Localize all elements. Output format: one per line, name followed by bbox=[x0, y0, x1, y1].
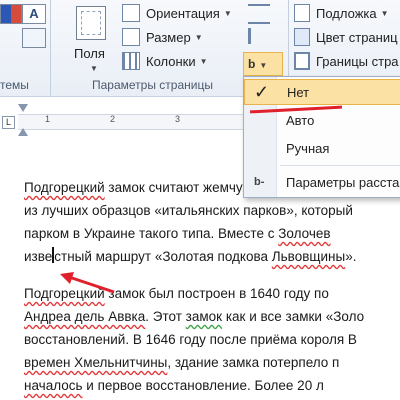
hyphenation-options-icon: b- bbox=[254, 176, 265, 188]
paragraph-line: Андреа дель Аввка. Этот замок как и все … bbox=[24, 305, 400, 328]
page-borders-button[interactable]: Границы стра bbox=[294, 52, 399, 70]
line-numbers-icon[interactable] bbox=[248, 28, 273, 44]
menu-item-label: Нет bbox=[287, 84, 310, 100]
text-run: Львовщины bbox=[271, 249, 346, 264]
page-borders-label: Границы стра bbox=[316, 53, 399, 69]
text-run: и первое восстановление. Более 20 л bbox=[82, 378, 324, 393]
orientation-button[interactable]: Ориентация ▼ bbox=[122, 4, 232, 22]
text-run: началось bbox=[24, 378, 83, 393]
hyphenation-menu: ✓ Нет Авто Ручная b- Параметры расста bbox=[243, 76, 400, 198]
chevron-down-icon: ▼ bbox=[223, 8, 232, 18]
text-run: восстановлений. В 1646 году после приёма… bbox=[24, 332, 357, 347]
paragraph-line: парком в Украине такого типа. Вместе с З… bbox=[24, 222, 400, 245]
text-run: Подгорецкий bbox=[24, 180, 105, 195]
text-run: как и все замки «Золо bbox=[222, 309, 365, 324]
page-borders-icon bbox=[294, 52, 310, 70]
page-color-icon bbox=[294, 28, 310, 46]
paragraph-line: из лучших образцов «итальянских парков»,… bbox=[24, 199, 400, 222]
themes-fonts-icon[interactable]: A bbox=[22, 4, 46, 24]
menu-item-label: Параметры расста bbox=[286, 174, 400, 190]
chevron-down-icon: ▼ bbox=[194, 32, 203, 42]
hyphenation-icon: b bbox=[248, 57, 256, 71]
ribbon-separator bbox=[50, 0, 51, 96]
watermark-label: Подложка bbox=[316, 5, 377, 21]
paragraph-line: началось и первое восстановление. Более … bbox=[24, 374, 400, 397]
ruler-number: 3 bbox=[175, 114, 181, 124]
columns-label: Колонки bbox=[146, 53, 196, 69]
paragraph-line: восстановлений. В 1646 году после приёма… bbox=[24, 328, 400, 351]
text-run: Золочев bbox=[278, 226, 331, 241]
watermark-button[interactable]: Подложка ▼ bbox=[294, 4, 389, 22]
hyphenation-button[interactable]: b ▼ bbox=[243, 52, 283, 76]
page-color-button[interactable]: Цвет страниц bbox=[294, 28, 398, 46]
columns-button[interactable]: Колонки ▼ bbox=[122, 52, 208, 70]
text-run: замок bbox=[185, 309, 223, 324]
size-icon bbox=[122, 28, 140, 46]
margins-label: Поля bbox=[74, 46, 105, 61]
paragraph-line: времен Хмельнитчины, здание замка потерп… bbox=[24, 351, 400, 374]
text-run: из лучших образцов «итальянских парков»,… bbox=[24, 203, 353, 218]
indent-marker-icon[interactable] bbox=[18, 104, 28, 112]
columns-icon bbox=[122, 52, 140, 70]
text-run: изве bbox=[24, 249, 53, 264]
paragraph-line: изве стный маршрут «Золотая подкова Львов… bbox=[24, 245, 400, 268]
menu-item-label: Авто bbox=[286, 112, 315, 128]
margins-icon bbox=[76, 6, 106, 40]
themes-color-icon[interactable] bbox=[0, 4, 22, 24]
orientation-icon bbox=[122, 4, 140, 22]
annotation-arrow-icon bbox=[60, 272, 115, 294]
tab-selector-icon[interactable]: L bbox=[2, 116, 15, 129]
text-run: замок был построен в 1640 году по bbox=[104, 286, 329, 301]
chevron-down-icon: ▼ bbox=[259, 61, 268, 70]
page-color-label: Цвет страниц bbox=[316, 29, 398, 45]
text-run: времен Хмельнитчины bbox=[24, 355, 168, 370]
size-label: Размер bbox=[146, 29, 191, 45]
breaks-icon[interactable] bbox=[248, 4, 270, 24]
menu-item-manual[interactable]: Ручная bbox=[244, 135, 400, 161]
text-run: Андреа дель Аввка bbox=[24, 309, 146, 324]
themes-group-label: темы bbox=[0, 78, 29, 92]
text-run: . Этот bbox=[145, 309, 186, 324]
watermark-icon bbox=[294, 4, 310, 22]
checkmark-icon: ✓ bbox=[254, 81, 270, 102]
chevron-down-icon: ▼ bbox=[199, 56, 208, 66]
margins-dropdown-icon: ▼ bbox=[90, 64, 98, 73]
page-setup-group-label: Параметры страницы bbox=[92, 78, 213, 92]
ruler-number: 1 bbox=[45, 114, 51, 124]
menu-item-hyphenation-options[interactable]: b- Параметры расста bbox=[244, 169, 400, 195]
menu-item-none[interactable]: ✓ Нет bbox=[244, 79, 400, 105]
text-run: стный маршрут «Золотая подкова bbox=[54, 249, 272, 264]
ruler-number: 2 bbox=[110, 114, 116, 124]
indent-marker-icon[interactable] bbox=[18, 128, 28, 136]
text-run: , здание замка потерпело п bbox=[167, 355, 340, 370]
chevron-down-icon: ▼ bbox=[380, 8, 389, 18]
orientation-label: Ориентация bbox=[146, 5, 220, 21]
text-run: ». bbox=[345, 249, 357, 264]
size-button[interactable]: Размер ▼ bbox=[122, 28, 203, 46]
text-run: парком в Украине такого типа. Вместе с bbox=[24, 226, 279, 241]
margins-button[interactable]: Поля ▼ bbox=[66, 6, 116, 76]
menu-item-label: Ручная bbox=[286, 140, 330, 156]
menu-separator bbox=[280, 165, 400, 166]
themes-effects-icon[interactable] bbox=[22, 28, 46, 48]
